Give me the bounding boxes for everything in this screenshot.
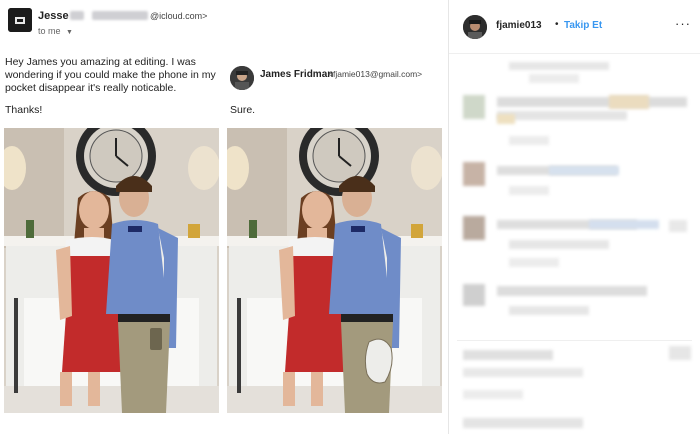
censored-text <box>529 74 579 83</box>
reply-body: Sure. <box>230 104 256 116</box>
censored-avatar <box>463 216 485 240</box>
censored-avatar <box>463 162 485 186</box>
reply-sender-name: James Fridman <box>260 69 334 80</box>
censored-text <box>609 95 649 109</box>
censored-text <box>463 350 553 360</box>
censored-avatar <box>463 284 485 306</box>
censored-text <box>497 111 627 120</box>
censored-meta <box>509 186 549 195</box>
reply-sender-avatar[interactable] <box>230 66 254 90</box>
censored-meta <box>463 390 523 399</box>
censored-text <box>463 418 583 428</box>
censored-text <box>549 166 619 175</box>
instagram-panel: fjamie013 • Takip Et ··· <box>449 0 700 434</box>
sender-name: Jesse <box>38 10 69 22</box>
redacted-block <box>92 11 148 20</box>
recipient-label[interactable]: to me ▼ <box>38 26 73 36</box>
message-signoff: Thanks! <box>5 104 43 116</box>
chevron-down-icon[interactable]: ▼ <box>66 29 73 36</box>
censored-meta <box>509 136 549 145</box>
censored-text <box>509 240 609 249</box>
censored-text <box>509 306 589 315</box>
message-body: Hey James you amazing at editing. I was … <box>5 56 216 94</box>
profile-username[interactable]: fjamie013 <box>496 20 542 31</box>
sender-email: @icloud.com> <box>150 11 208 21</box>
profile-avatar[interactable] <box>463 15 487 39</box>
censored-text <box>589 220 659 229</box>
email-thread: Jesse @icloud.com> to me ▼ Hey James you… <box>0 0 448 434</box>
censored-icon <box>669 220 687 232</box>
censored-text <box>497 286 647 296</box>
follow-button[interactable]: Takip Et <box>564 20 602 31</box>
separator-dot: • <box>555 19 559 30</box>
comments-divider <box>457 340 692 341</box>
reply-sender-email: <fjamie013@gmail.com> <box>328 69 423 79</box>
redacted-block <box>70 11 84 20</box>
censored-icon <box>669 346 691 360</box>
more-options-icon[interactable]: ··· <box>675 16 691 31</box>
censored-text <box>497 97 687 107</box>
censored-text <box>463 368 583 377</box>
edited-photo[interactable] <box>227 128 442 413</box>
censored-text <box>509 62 609 70</box>
censored-avatar <box>463 95 485 119</box>
sender-avatar[interactable] <box>8 8 32 32</box>
censored-meta <box>509 258 559 267</box>
original-photo[interactable] <box>4 128 219 413</box>
recipient-text: to me <box>38 26 61 36</box>
post-header: fjamie013 • Takip Et ··· <box>449 0 700 54</box>
censored-text <box>497 114 515 124</box>
